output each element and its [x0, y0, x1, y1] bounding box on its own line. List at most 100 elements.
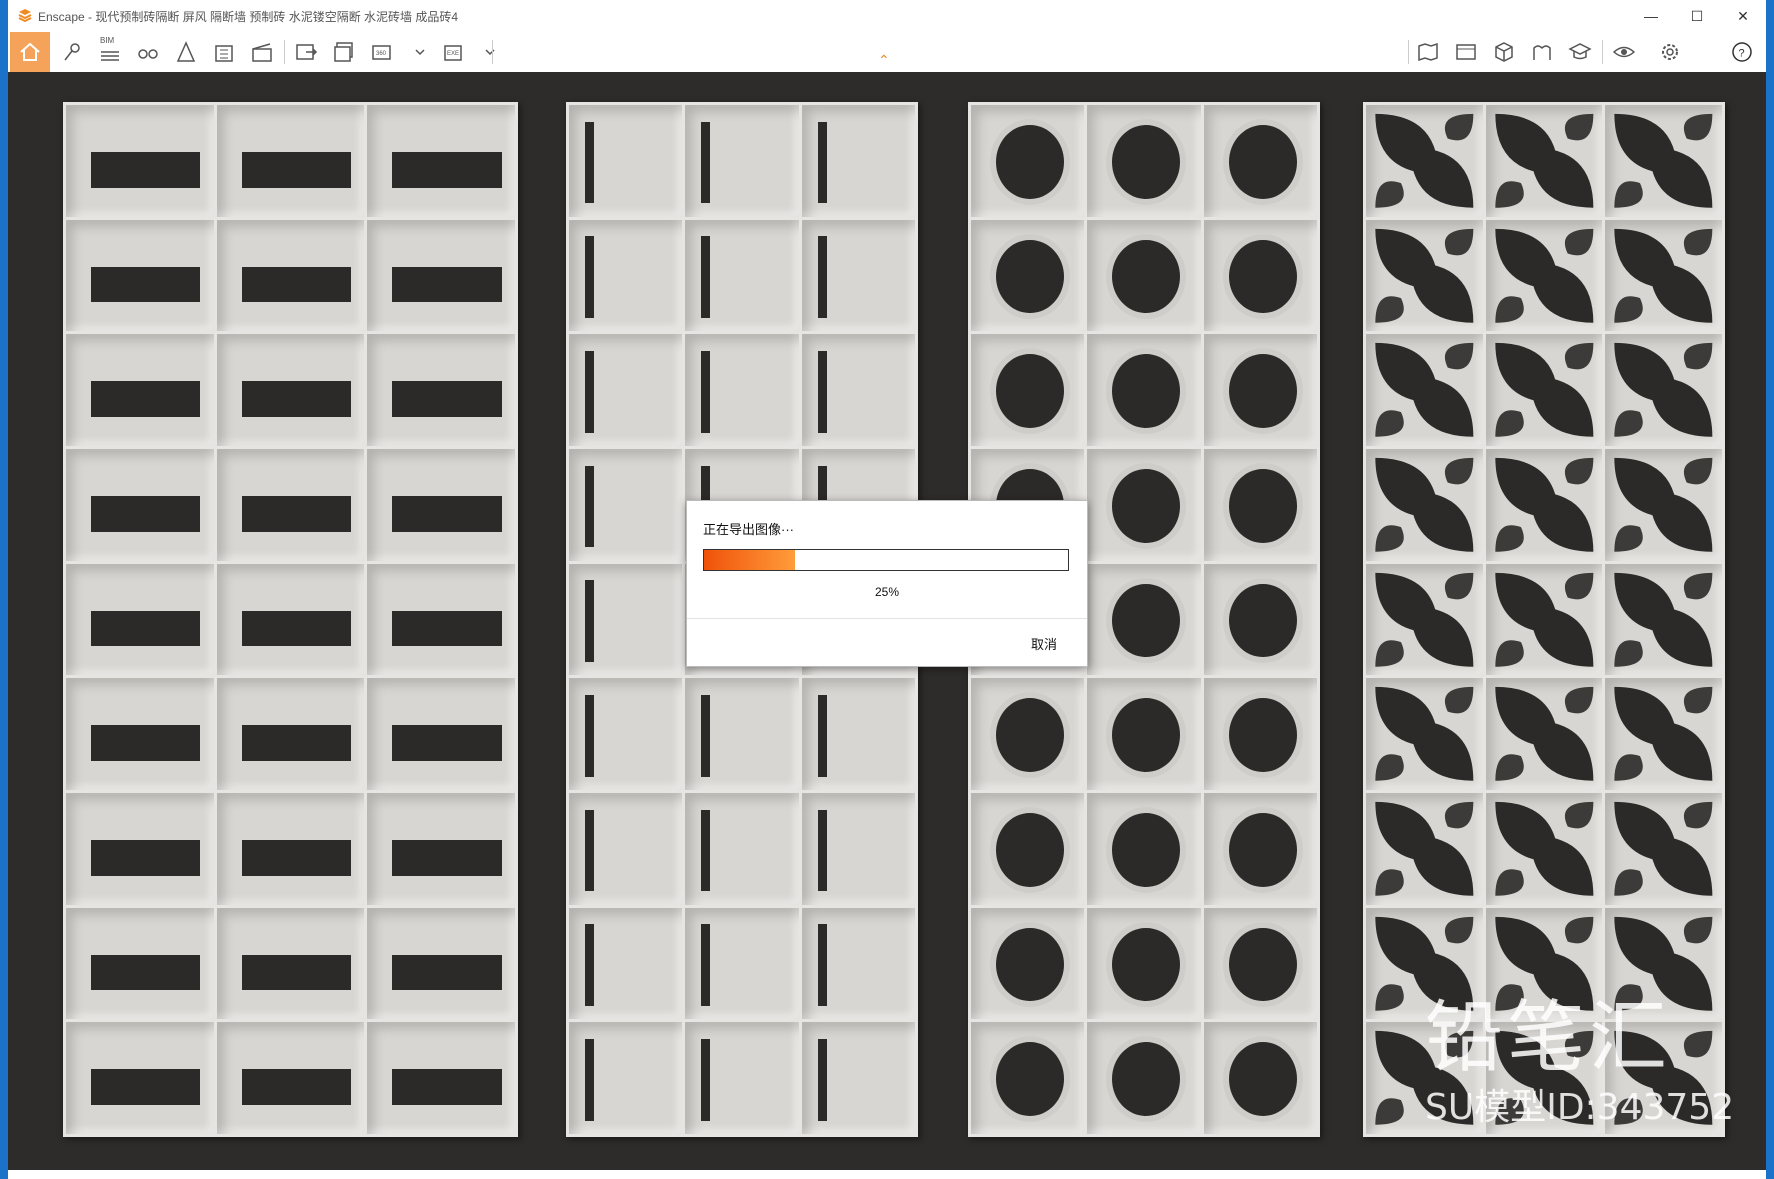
block-cell — [801, 1022, 915, 1134]
block-cell — [569, 448, 683, 561]
block-hole — [995, 813, 1064, 887]
block-cell — [367, 792, 515, 905]
toolbar-divider — [1602, 40, 1603, 64]
block-cell — [569, 563, 683, 676]
block-hole — [995, 698, 1064, 773]
block-cell — [1203, 448, 1317, 561]
block-cell — [367, 105, 515, 217]
block-slot — [392, 1069, 502, 1105]
block-cell — [801, 907, 915, 1020]
progress-percentage: 25% — [874, 585, 900, 599]
toolbar-divider — [1408, 40, 1409, 64]
block-cell — [216, 219, 365, 332]
panel-button[interactable] — [1450, 36, 1482, 68]
batch-export-button[interactable] — [328, 36, 360, 68]
close-button[interactable]: ✕ — [1720, 0, 1766, 32]
chevron-down-button[interactable] — [404, 36, 436, 68]
block-cell — [801, 219, 915, 332]
asset-button[interactable] — [1526, 36, 1558, 68]
block-hole — [1112, 1042, 1181, 1117]
block-cell — [1485, 105, 1603, 217]
light-button[interactable] — [170, 36, 202, 68]
cube-icon — [1495, 42, 1513, 62]
block-cell — [1366, 563, 1483, 676]
block-cell — [971, 792, 1085, 905]
window-title: Enscape - 现代预制砖隔断 屏风 隔断墙 预制砖 水泥镂空隔断 水泥砖墙… — [38, 10, 459, 24]
block-slot — [91, 266, 201, 303]
block-cell — [66, 563, 214, 676]
block-slit — [701, 121, 711, 204]
export-progress-dialog: 正在导出图像··· 25% 取消 — [686, 500, 1088, 667]
block-cell — [1087, 563, 1201, 676]
block-slot — [91, 954, 201, 991]
block-hole — [1112, 698, 1181, 773]
block-cell — [1203, 907, 1317, 1020]
leaf-pattern — [1375, 457, 1474, 552]
leaf-pattern — [1614, 801, 1713, 896]
block-slot — [241, 954, 352, 991]
block-cell — [1203, 1022, 1317, 1134]
block-slit — [584, 121, 594, 204]
map-button[interactable] — [1412, 36, 1444, 68]
dialog-title: 正在导出图像··· — [703, 522, 794, 537]
block-slot — [392, 725, 502, 761]
block-slit — [584, 695, 594, 777]
collapse-toolbar-icon[interactable]: ⌃ — [878, 52, 890, 69]
block-cell — [685, 334, 799, 446]
clapper-button[interactable] — [246, 36, 278, 68]
block-cell — [367, 219, 515, 332]
export-exe-button[interactable]: EXE — [438, 36, 470, 68]
dialog-divider — [687, 618, 1087, 619]
binoculars-icon — [138, 49, 158, 59]
pin-button[interactable] — [56, 36, 88, 68]
block-cell — [1485, 334, 1603, 446]
block-cell — [216, 563, 365, 676]
block-hole — [1228, 813, 1297, 887]
block-cell — [367, 448, 515, 561]
block-hole — [1228, 354, 1297, 429]
chevron-down-button[interactable] — [474, 36, 506, 68]
help-button[interactable]: ? — [1726, 36, 1758, 68]
block-cell — [216, 907, 365, 1020]
binoculars-button[interactable] — [132, 36, 164, 68]
block-slit — [817, 121, 827, 204]
home-button[interactable] — [10, 32, 50, 72]
leaf-pattern — [1375, 572, 1474, 667]
svg-text:EXE: EXE — [447, 51, 459, 57]
building-button[interactable] — [208, 36, 240, 68]
cube-button[interactable] — [1488, 36, 1520, 68]
leaf-pattern — [1494, 801, 1593, 896]
block-hole — [1112, 125, 1181, 199]
block-cell — [216, 1022, 365, 1134]
block-slot — [91, 839, 201, 876]
block-slot — [241, 151, 352, 188]
leaf-pattern — [1375, 113, 1474, 208]
minimize-button[interactable]: — — [1628, 0, 1674, 32]
bim-button[interactable]: BIM — [94, 36, 126, 68]
block-cell — [1605, 678, 1722, 790]
block-slit — [817, 1039, 827, 1121]
export-360-button[interactable]: 360 — [366, 36, 398, 68]
graduate-button[interactable] — [1564, 36, 1596, 68]
visual-settings-button[interactable] — [1608, 36, 1640, 68]
block-cell — [1366, 105, 1483, 217]
block-slit — [584, 580, 594, 662]
leaf-pattern — [1614, 457, 1713, 552]
block-cell — [1485, 678, 1603, 790]
settings-button[interactable] — [1654, 36, 1686, 68]
export-exe-icon: EXE — [444, 45, 462, 61]
svg-text:?: ? — [1739, 48, 1745, 60]
toolbar-divider — [492, 40, 493, 64]
leaf-pattern — [1494, 228, 1593, 323]
block-slot — [241, 839, 352, 876]
block-cell — [66, 907, 214, 1020]
cancel-button[interactable]: 取消 — [1031, 634, 1057, 653]
export-image-button[interactable] — [290, 36, 322, 68]
block-cell — [1203, 678, 1317, 790]
light-icon — [176, 41, 196, 62]
block-cell — [66, 792, 214, 905]
maximize-button[interactable]: ☐ — [1674, 0, 1720, 32]
block-slot — [241, 381, 352, 417]
block-slit — [701, 924, 711, 1006]
block-cell — [216, 678, 365, 790]
